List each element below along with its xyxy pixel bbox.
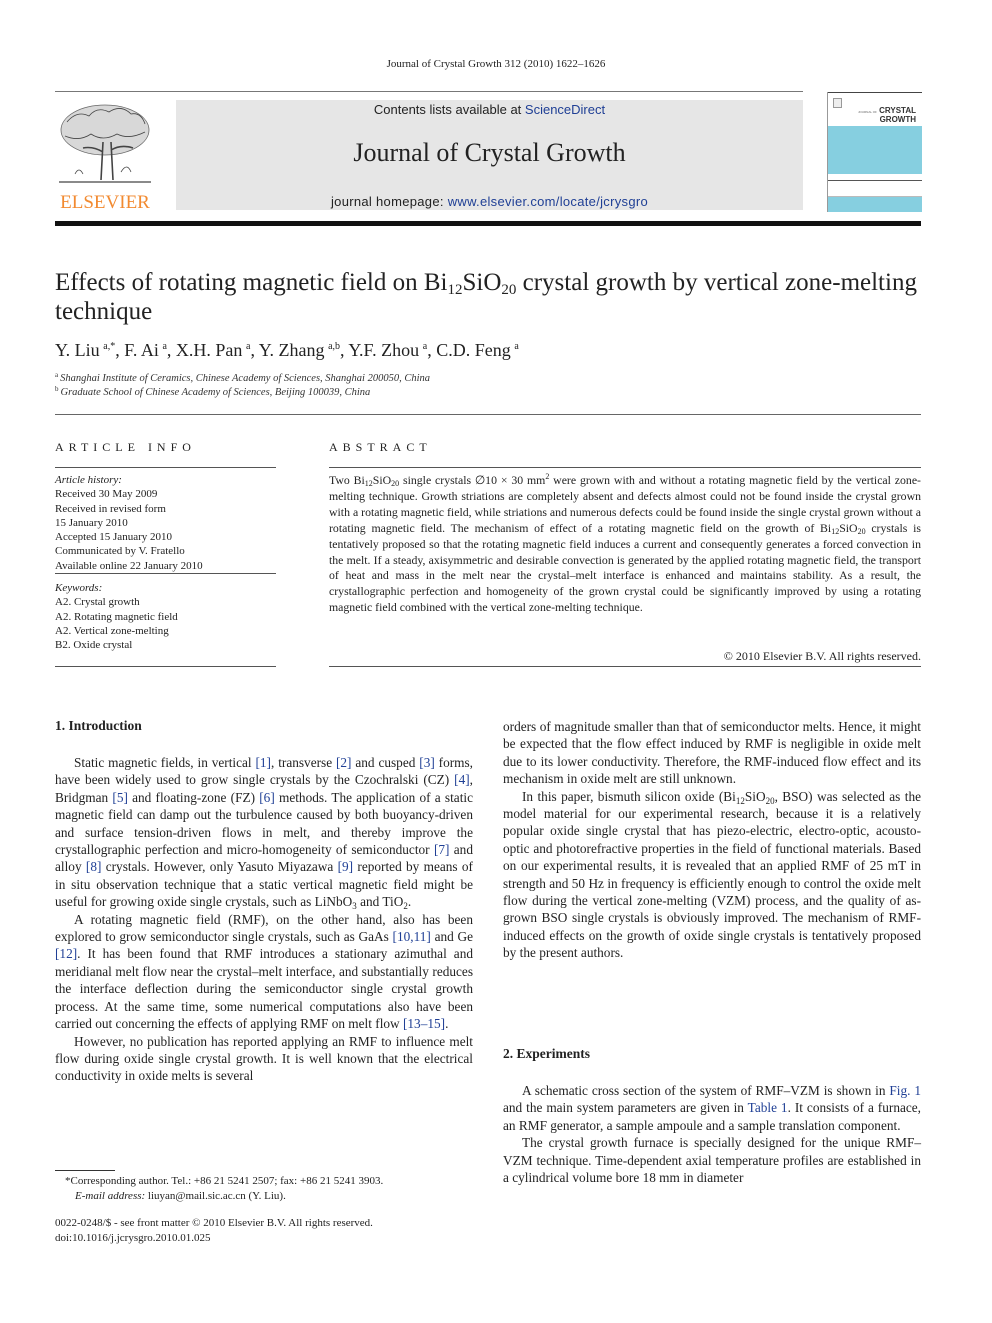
homepage-link[interactable]: www.elsevier.com/locate/jcrysgro [448,194,648,209]
author[interactable]: Y.F. Zhou a [348,340,427,360]
journal-title: Journal of Crystal Growth [353,138,626,167]
divider [55,414,921,415]
cover-title: JOURNAL OF CRYSTAL GROWTH [857,106,916,124]
reference-link[interactable]: [9] [338,859,354,874]
tree-logo-icon [59,104,151,183]
reference-link[interactable]: [3] [419,755,435,770]
subscript: 3 [352,901,357,912]
header-divider [55,221,921,226]
contents-line: Contents lists available at ScienceDirec… [373,102,606,117]
paragraph: A schematic cross section of the system … [503,1083,921,1133]
keyword: A2. Vertical zone-melting [55,624,169,637]
footnote: *Corresponding author. Tel.: +86 21 5241… [65,1175,384,1202]
email-link[interactable]: liuyan@mail.sic.ac.cn (Y. Liu). [145,1190,286,1202]
doi-link[interactable]: doi:10.1016/j.jcrysgro.2010.01.025 [55,1231,475,1246]
keyword: A2. Rotating magnetic field [55,610,178,623]
abstract-text: Two Bi12SiO20 single crystals ∅10 × 30 m… [329,472,921,615]
paragraph: orders of magnitude smaller than that of… [503,719,921,787]
article-info-heading: ARTICLE INFO [55,440,196,454]
keywords: Keywords: A2. Crystal growth A2. Rotatin… [55,581,276,652]
reference-link[interactable]: [13–15] [403,1016,445,1031]
author[interactable]: Y. Liu a,* [55,340,115,360]
paragraph: The crystal growth furnace is specially … [503,1135,921,1186]
copyright: © 2010 Elsevier B.V. All rights reserved… [723,649,921,663]
homepage-line: journal homepage: www.elsevier.com/locat… [330,194,649,209]
section-heading-introduction: 1. Introduction [55,718,142,733]
subscript: 12 [735,795,745,806]
author[interactable]: X.H. Pan a [176,340,251,360]
reference-link[interactable]: [12] [55,946,77,961]
author[interactable]: C.D. Feng a [436,340,519,360]
reference-link[interactable]: [8] [86,859,102,874]
journal-banner: Contents lists available at ScienceDirec… [176,100,803,210]
author[interactable]: Y. Zhang a,b [259,340,340,360]
reference-link[interactable]: Fig. 1 [889,1083,921,1098]
paragraph: However, no publication has reported app… [55,1033,473,1084]
reference-link[interactable]: [4] [454,772,470,787]
left-column: Static magnetic fields, in vertical [1],… [55,754,473,1085]
right-column: orders of magnitude smaller than that of… [503,718,921,962]
paragraph: Static magnetic fields, in vertical [1],… [55,755,474,912]
affiliation: b Graduate School of Chinese Academy of S… [55,385,371,399]
keyword: B2. Oxide crystal [55,639,133,652]
article-history: Article history: Received 30 May 2009 Re… [55,474,203,572]
subscript: 2 [403,901,408,912]
affiliation: a Shanghai Institute of Ceramics, Chinese… [55,371,430,385]
author-list: Y. Liu a,*, F. Ai a, X.H. Pan a, Y. Zhan… [55,340,519,360]
reference-link[interactable]: [5] [112,790,128,805]
divider [55,91,803,92]
author[interactable]: F. Ai a [124,340,167,360]
subscript: 20 [765,795,775,806]
right-column-experiments: A schematic cross section of the system … [503,1082,921,1186]
article-title: Effects of rotating magnetic field on Bi… [55,269,917,325]
reference-link[interactable]: [6] [259,790,275,805]
publisher-name: ELSEVIER [60,192,150,213]
keyword: A2. Crystal growth [55,596,140,609]
reference-link[interactable]: [10,11] [393,929,431,944]
journal-cover[interactable]: JOURNAL OF CRYSTAL GROWTH [827,92,922,212]
reference-link[interactable]: [1] [255,755,271,770]
paragraph: In this paper, bismuth silicon oxide (Bi… [503,788,921,961]
abstract-heading: ABSTRACT [329,440,432,454]
sciencedirect-link[interactable]: ScienceDirect [525,102,605,117]
journal-citation: Journal of Crystal Growth 312 (2010) 162… [386,58,606,70]
issn-line: 0022-0248/$ - see front matter © 2010 El… [55,1216,475,1245]
publisher-mini-icon [833,98,842,108]
elsevier-logo[interactable]: ELSEVIER [55,100,155,213]
paragraph: A rotating magnetic field (RMF), on the … [55,911,474,1032]
section-heading-experiments: 2. Experiments [503,1046,590,1061]
reference-link[interactable]: [2] [336,755,352,770]
reference-link[interactable]: [7] [434,842,450,857]
reference-link[interactable]: Table 1 [748,1100,788,1115]
